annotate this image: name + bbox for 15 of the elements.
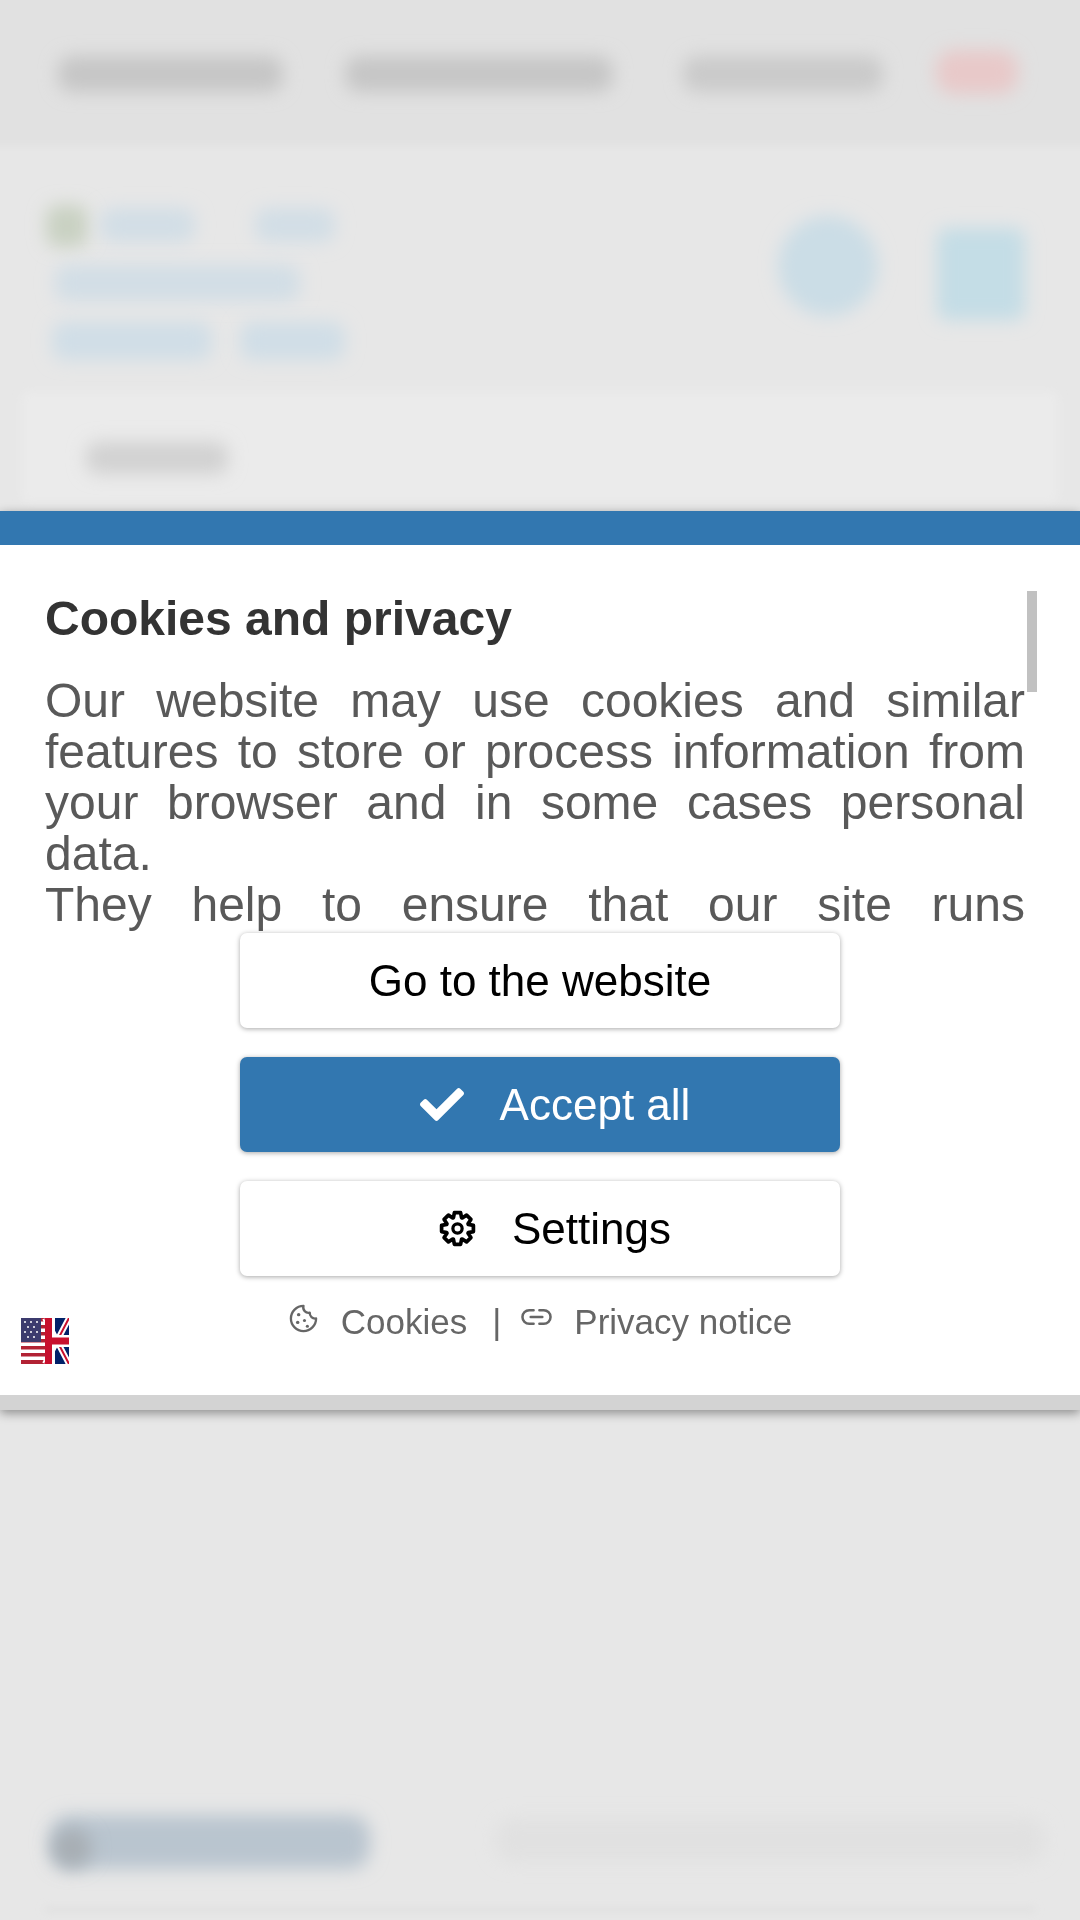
cookies-link[interactable]: Cookies (287, 1302, 468, 1342)
check-icon (419, 1088, 464, 1121)
link-separator: | (492, 1302, 502, 1342)
cookie-icon (287, 1302, 319, 1334)
consent-text: They help to ensure that our site runs (45, 879, 1025, 930)
settings-icon (439, 1210, 476, 1247)
go-to-website-button[interactable]: Go to the website (240, 933, 840, 1028)
privacy-notice-link[interactable]: Privacy notice (521, 1302, 793, 1342)
flag-icon[interactable] (21, 1318, 69, 1364)
dialog-title: Cookies and privacy (45, 591, 513, 647)
link-icon (521, 1308, 553, 1326)
consent-text: Our website may use cookies and similar features to store or process information from your browser and in some cases personal data. (45, 675, 1025, 879)
accept-all-button[interactable]: Accept all (240, 1057, 840, 1152)
settings-button[interactable]: Settings (240, 1181, 840, 1276)
scrollbar-thumb[interactable] (1027, 591, 1037, 692)
